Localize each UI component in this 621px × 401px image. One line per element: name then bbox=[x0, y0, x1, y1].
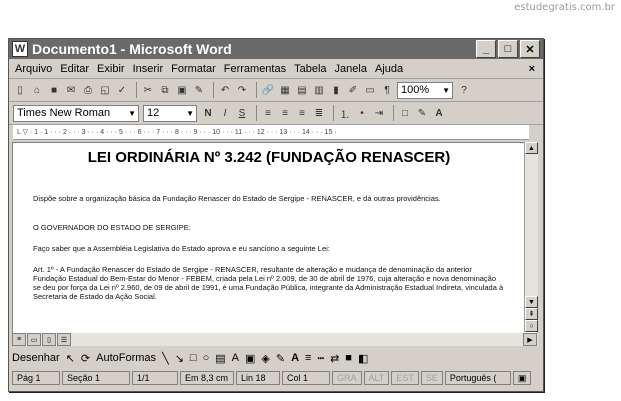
outline-view-icon[interactable]: ☰ bbox=[57, 333, 71, 346]
dash-style-icon[interactable]: ┅ bbox=[317, 352, 324, 365]
oval-icon[interactable]: ○ bbox=[203, 352, 210, 364]
arrow-icon[interactable]: ↘ bbox=[175, 352, 184, 365]
web-view-icon[interactable]: ▭ bbox=[27, 333, 41, 346]
status-page: Pág 1 bbox=[12, 371, 60, 385]
document-page[interactable]: LEI ORDINÁRIA Nº 3.242 (FUNDAÇÃO RENASCE… bbox=[12, 142, 526, 334]
paragraph-sanciono: Faço saber que a Assembléia Legislativa … bbox=[33, 244, 330, 253]
autoshapes-menu[interactable]: AutoFormas bbox=[96, 352, 156, 364]
line-color-icon[interactable]: ✎ bbox=[276, 352, 285, 365]
status-trk[interactable]: ALT bbox=[363, 371, 390, 385]
spelling-status-icon[interactable]: ▣ bbox=[512, 371, 532, 385]
line-icon[interactable]: ╲ bbox=[162, 352, 169, 365]
rotate-icon[interactable]: ⟳ bbox=[81, 352, 90, 365]
line-style-icon[interactable]: ≡ bbox=[305, 352, 311, 364]
3d-icon[interactable]: ◧ bbox=[358, 352, 368, 365]
paragraph-ementa: Dispõe sobre a organização básica da Fun… bbox=[33, 194, 441, 203]
status-section: Seção 1 bbox=[62, 371, 130, 385]
select-objects-icon[interactable]: ↖ bbox=[66, 352, 75, 365]
status-language: Português ( bbox=[444, 371, 511, 385]
drawing-toolbar: Desenhar ↖ ⟳ AutoFormas ╲ ↘ □ ○ ▤ A ▣ ◈ … bbox=[12, 349, 538, 367]
horizontal-scrollbar[interactable]: ≡ ▭ ▯ ☰ ▶ bbox=[12, 333, 538, 346]
scroll-down-icon[interactable]: ▼ bbox=[525, 296, 538, 308]
select-browse-icon[interactable]: ○ bbox=[525, 320, 538, 332]
wordart-icon[interactable]: A bbox=[232, 352, 239, 364]
fill-color-icon[interactable]: ◈ bbox=[261, 352, 269, 365]
paragraph-art1: Art. 1º - A Fundação Renascer do Estado … bbox=[33, 265, 504, 301]
scroll-right-icon[interactable]: ▶ bbox=[523, 333, 537, 346]
draw-menu[interactable]: Desenhar bbox=[12, 352, 60, 364]
status-col: Col 1 bbox=[282, 371, 330, 385]
document-layer: LEI ORDINÁRIA Nº 3.242 (FUNDAÇÃO RENASCE… bbox=[8, 38, 542, 390]
status-rec[interactable]: GRA bbox=[332, 371, 362, 385]
rectangle-icon[interactable]: □ bbox=[190, 352, 197, 364]
status-pages: 1/1 bbox=[132, 371, 178, 385]
clipart-icon[interactable]: ▣ bbox=[245, 352, 255, 365]
shadow-icon[interactable]: ■ bbox=[345, 352, 352, 364]
paragraph-governador: O GOVERNADOR DO ESTADO DE SERGIPE: bbox=[33, 223, 191, 232]
drawing-font-color-icon[interactable]: A bbox=[291, 352, 299, 364]
status-at: Em 8,3 cm bbox=[180, 371, 234, 385]
print-view-icon[interactable]: ▯ bbox=[42, 333, 56, 346]
status-bar: Pág 1 Seção 1 1/1 Em 8,3 cm Lin 18 Col 1… bbox=[12, 371, 538, 385]
textbox-icon[interactable]: ▤ bbox=[215, 352, 225, 365]
watermark: estudegratis.com.br bbox=[514, 2, 615, 13]
normal-view-icon[interactable]: ≡ bbox=[12, 333, 26, 346]
vertical-scrollbar[interactable]: ▲ ▼ ⇞ ○ ⇟ bbox=[524, 142, 538, 344]
status-line: Lin 18 bbox=[236, 371, 280, 385]
arrow-style-icon[interactable]: ⇄ bbox=[330, 352, 339, 365]
scroll-up-icon[interactable]: ▲ bbox=[525, 142, 538, 154]
status-ext[interactable]: EST bbox=[391, 371, 419, 385]
document-heading: LEI ORDINÁRIA Nº 3.242 (FUNDAÇÃO RENASCE… bbox=[87, 149, 451, 166]
prev-page-icon[interactable]: ⇞ bbox=[525, 308, 538, 320]
status-ovr[interactable]: SE bbox=[420, 371, 443, 385]
